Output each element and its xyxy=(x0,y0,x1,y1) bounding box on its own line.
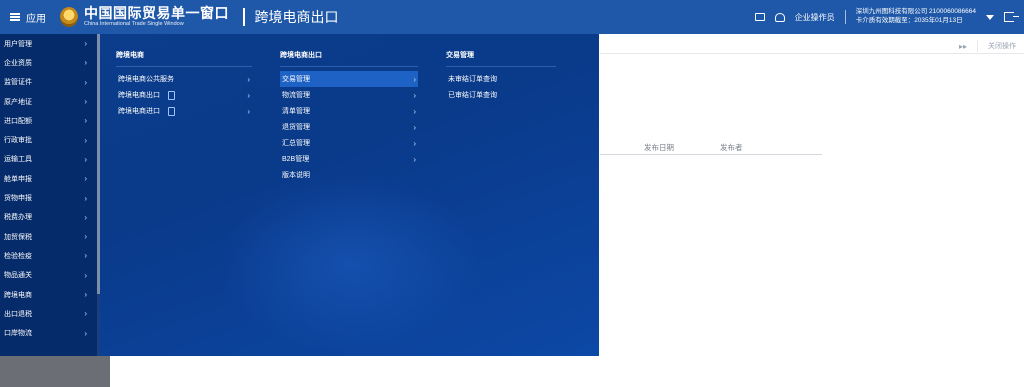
close-ops-divider xyxy=(977,40,978,52)
chevron-right-icon: › xyxy=(413,122,416,132)
sidebar-footer-block xyxy=(0,356,110,387)
menu-column-title: 跨境电商 xyxy=(116,52,144,59)
sidebar-item[interactable]: 进口配额 › xyxy=(0,111,97,130)
sidebar-item[interactable]: 舱单申报 › xyxy=(0,169,97,188)
card-expiry: 卡介质有效期截至：2035年01月13日 xyxy=(855,17,963,24)
chevron-right-icon: › xyxy=(84,77,87,87)
chevron-right-icon: › xyxy=(84,270,87,280)
chevron-right-icon: › xyxy=(413,74,416,84)
logout-icon[interactable] xyxy=(1004,12,1019,22)
menu-column-2: 跨境电商出口 交易管理 › 物流管理 › 清单管理 › 退货管理 › 汇总管理 … xyxy=(280,50,418,183)
chevron-right-icon: › xyxy=(84,174,87,184)
chevron-right-icon: › xyxy=(84,251,87,261)
close-ops-button[interactable]: 关闭操作 xyxy=(988,41,1016,51)
mail-icon[interactable] xyxy=(754,13,765,21)
menu-item-export[interactable]: 跨境电商出口 › xyxy=(116,87,252,103)
header-right: 企业操作员 深圳九州图科技有限公司 2100060086664 卡介质有效期截至… xyxy=(754,8,1024,26)
menu-column-divider xyxy=(116,66,252,67)
chevron-right-icon: › xyxy=(84,193,87,203)
sidebar-item[interactable]: 货物申报 › xyxy=(0,188,97,207)
chevron-right-icon: › xyxy=(84,97,87,107)
close-ops-area: ▸▸ 关闭操作 xyxy=(959,40,1016,52)
chevron-right-icon: › xyxy=(413,90,416,100)
chevron-right-icon: › xyxy=(84,39,87,49)
menu-column-3: 交易管理 未审结订单查询 已审结订单查询 xyxy=(446,50,556,103)
chevron-right-icon: › xyxy=(413,154,416,164)
menu-column-title: 交易管理 xyxy=(446,52,474,59)
sidebar-item[interactable]: 加贸保税 › xyxy=(0,227,97,246)
column-header-publisher: 发布者 xyxy=(720,143,743,152)
chevron-right-icon: › xyxy=(84,154,87,164)
page-root: 应用 中国国际贸易单一窗口 China International Trade … xyxy=(0,0,1024,387)
company-name: 深圳九州图科技有限公司 2100060086664 xyxy=(855,8,976,16)
document-icon xyxy=(168,106,175,116)
table-header-line xyxy=(600,154,822,155)
sidebar-item[interactable]: 监管证件 › xyxy=(0,73,97,92)
sidebar-item[interactable]: 物品通关 › xyxy=(0,266,97,285)
chevron-right-icon: › xyxy=(84,309,87,319)
menu-item-public-service[interactable]: 跨境电商公共服务 › xyxy=(116,71,252,87)
header-divider xyxy=(844,10,846,24)
menu-column-1: 跨境电商 跨境电商公共服务 › 跨境电商出口 › 跨境电商进口 › xyxy=(116,50,252,119)
mega-menu-panel: 跨境电商 跨境电商公共服务 › 跨境电商出口 › 跨境电商进口 › 跨境电商出口… xyxy=(100,34,599,356)
user-dropdown-icon[interactable] xyxy=(986,14,994,20)
app-menu-button[interactable]: 应用 xyxy=(0,0,56,34)
sidebar-item[interactable]: 出口退税 › xyxy=(0,304,97,323)
sidebar-item[interactable]: 用户管理 › xyxy=(0,34,97,53)
sidebar-item[interactable]: 跨境电商 › xyxy=(0,285,97,304)
chevron-right-icon: › xyxy=(84,232,87,242)
menu-item-version-notes[interactable]: 版本说明 xyxy=(280,167,418,183)
chevron-right-icon: › xyxy=(247,74,250,84)
chevron-right-icon: › xyxy=(413,138,416,148)
sidebar-item[interactable]: 运输工具 › xyxy=(0,150,97,169)
tabbar-divider xyxy=(600,53,1024,54)
chevron-right-icon: › xyxy=(84,116,87,126)
site-title-en: China International Trade Single Window xyxy=(84,21,184,28)
menu-item-import[interactable]: 跨境电商进口 › xyxy=(116,103,252,119)
sidebar-item[interactable]: 企业资质 › xyxy=(0,53,97,72)
sidebar-item[interactable]: 税费办理 › xyxy=(0,208,97,227)
sidebar-item[interactable]: 原产地证 › xyxy=(0,92,97,111)
site-logo[interactable]: 中国国际贸易单一窗口 China International Trade Sin… xyxy=(60,6,229,28)
sidebar-item[interactable]: 行政审批 › xyxy=(0,130,97,149)
menu-item-returns[interactable]: 退货管理 › xyxy=(280,119,418,135)
sidebar: 用户管理 › 企业资质 › 监管证件 › 原产地证 › 进口配额 › 行政审批 › 运输工具… xyxy=(0,34,97,356)
menu-item-logistics[interactable]: 物流管理 › xyxy=(280,87,418,103)
chevron-right-icon: › xyxy=(84,58,87,68)
sidebar-item[interactable]: 口岸物流 › xyxy=(0,323,97,342)
chevron-right-icon: › xyxy=(84,135,87,145)
menu-item-unapproved-orders[interactable]: 未审结订单查询 xyxy=(446,71,556,87)
user-role: 企业操作员 xyxy=(794,12,835,22)
system-title: 跨境电商出口 xyxy=(254,9,339,25)
emblem-icon xyxy=(60,7,78,27)
sidebar-item[interactable]: 检验检疫 › xyxy=(0,246,97,265)
top-header: 应用 中国国际贸易单一窗口 China International Trade … xyxy=(0,0,1024,34)
menu-item-manifest[interactable]: 清单管理 › xyxy=(280,103,418,119)
menu-column-divider xyxy=(446,66,556,67)
chevron-right-icon: › xyxy=(413,106,416,116)
chevron-right-icon: › xyxy=(84,290,87,299)
document-icon xyxy=(168,90,175,100)
menu-item-approved-orders[interactable]: 已审结订单查询 xyxy=(446,87,556,103)
menu-item-b2b[interactable]: B2B管理 › xyxy=(280,151,418,167)
menu-column-divider xyxy=(280,66,418,67)
chevron-right-icon: › xyxy=(84,212,87,222)
site-title-cn: 中国国际贸易单一窗口 xyxy=(84,5,229,22)
title-divider xyxy=(243,8,245,26)
menu-column-title: 跨境电商出口 xyxy=(280,52,322,59)
menu-icon xyxy=(10,13,20,21)
chevron-right-icon: › xyxy=(247,90,250,100)
menu-item-trade-management[interactable]: 交易管理 › xyxy=(280,71,418,87)
fast-forward-icon[interactable]: ▸▸ xyxy=(959,42,967,51)
column-header-date: 发布日期 xyxy=(644,143,674,152)
app-menu-label: 应用 xyxy=(26,13,46,25)
chevron-right-icon: › xyxy=(247,106,250,116)
menu-item-summary[interactable]: 汇总管理 › xyxy=(280,135,418,151)
chevron-right-icon: › xyxy=(84,328,87,338)
company-info: 深圳九州图科技有限公司 2100060086664 卡介质有效期截至：2035年… xyxy=(856,8,976,26)
support-icon[interactable] xyxy=(774,12,785,22)
